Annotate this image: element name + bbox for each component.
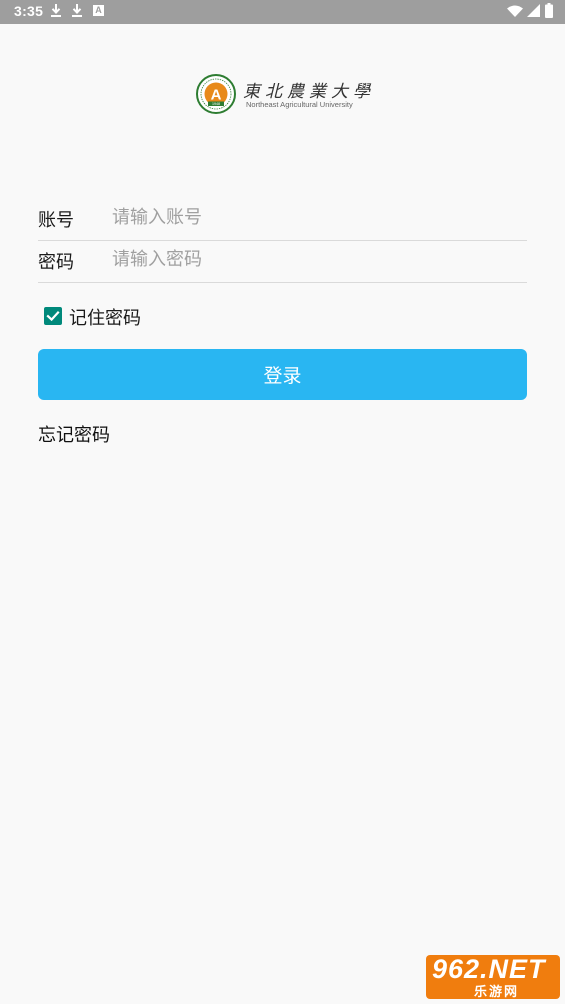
watermark-sub-text: 乐游网 [474,985,520,999]
university-emblem-icon: A 1948 [196,74,236,114]
download-icon [72,4,82,17]
svg-text:1948: 1948 [212,102,220,106]
status-bar: 3:35 A [0,0,565,24]
university-logo: A 1948 東北農業大學 Northeast Agricultural Uni… [196,74,370,116]
signal-icon [527,4,540,17]
password-label: 密码 [38,252,74,273]
account-label: 账号 [38,210,74,231]
login-button[interactable]: 登录 [38,349,527,400]
account-field: 账号 [38,198,527,241]
university-name-en: Northeast Agricultural University [246,100,353,109]
account-input[interactable] [112,202,512,232]
wifi-icon [507,5,523,17]
site-watermark: 962.NET 乐游网 [426,955,560,999]
password-input[interactable] [112,244,512,274]
password-field: 密码 [38,240,527,283]
university-name-cn: 東北農業大學 [243,82,375,102]
remember-password-checkbox[interactable] [44,307,62,325]
forgot-password-link[interactable]: 忘记密码 [38,421,110,447]
a-notification-icon: A [93,5,104,16]
check-icon [46,311,60,322]
remember-password-label: 记住密码 [69,308,141,329]
watermark-badge: 962.NET 乐游网 [426,955,560,999]
download-icon [51,4,61,17]
battery-icon [545,3,553,18]
status-time: 3:35 [14,3,44,19]
svg-text:A: A [211,87,222,104]
